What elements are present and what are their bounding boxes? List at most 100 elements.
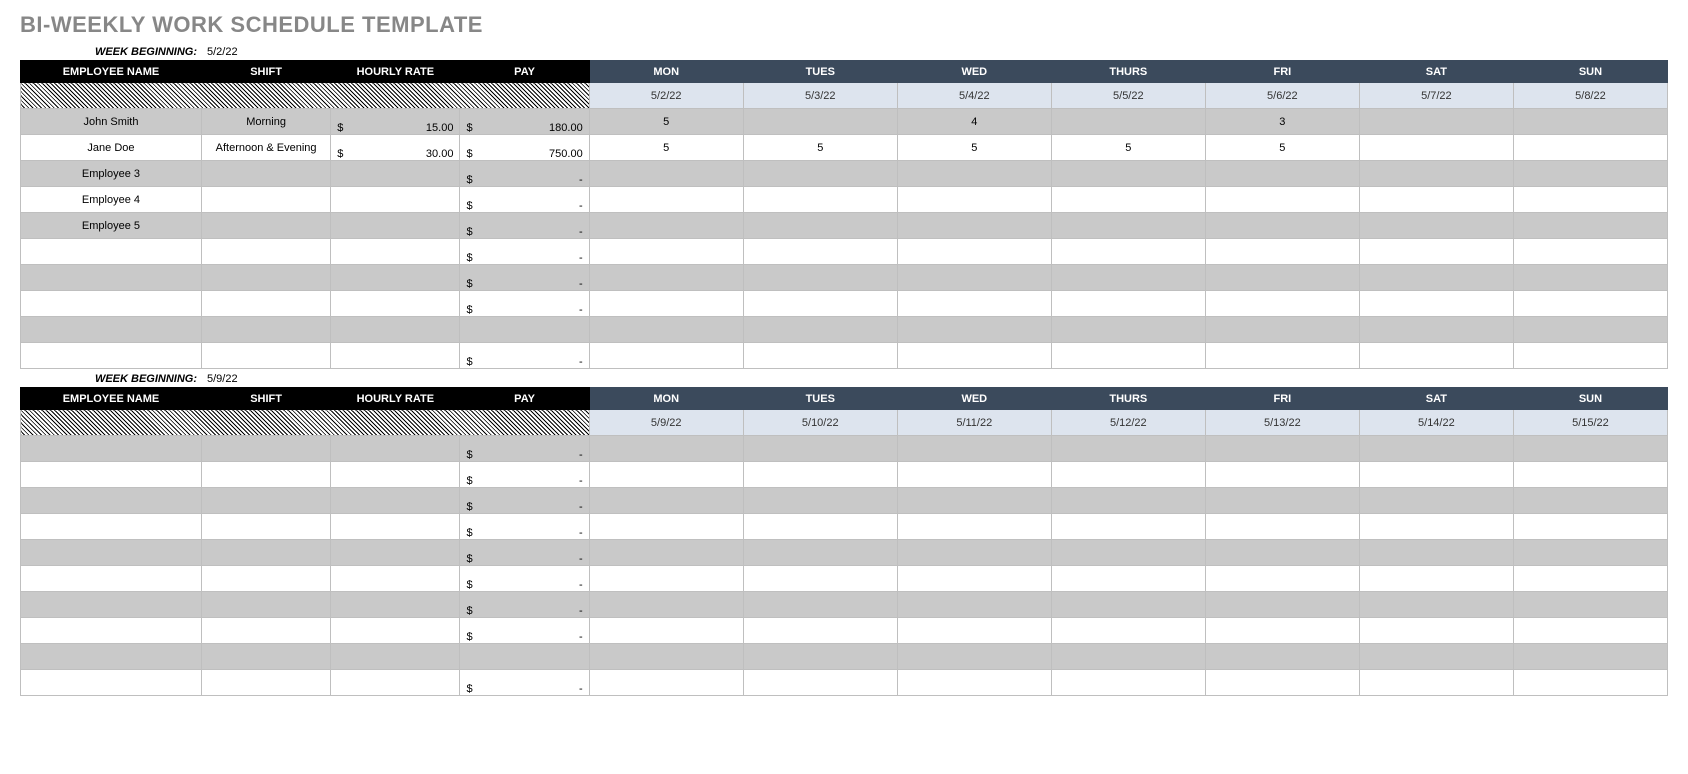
hours-cell[interactable] [897,566,1051,592]
hours-cell[interactable] [1205,187,1359,213]
date-cell[interactable]: 5/3/22 [743,83,897,109]
hours-cell[interactable] [589,566,743,592]
hours-cell[interactable] [743,187,897,213]
hours-cell[interactable] [1513,566,1667,592]
hours-cell[interactable] [1513,644,1667,670]
hours-cell[interactable] [589,592,743,618]
hours-cell[interactable] [1513,618,1667,644]
hours-cell[interactable] [1205,213,1359,239]
hours-cell[interactable] [1205,618,1359,644]
hours-cell[interactable] [589,239,743,265]
hours-cell[interactable] [743,291,897,317]
employee-name-cell[interactable] [21,488,202,514]
hours-cell[interactable] [1513,592,1667,618]
employee-name-cell[interactable] [21,436,202,462]
shift-cell[interactable] [201,213,330,239]
pay-cell[interactable]: $- [460,436,589,462]
pay-cell[interactable]: $- [460,343,589,369]
hours-cell[interactable] [1051,488,1205,514]
hourly-rate-cell[interactable] [331,670,460,696]
hours-cell[interactable]: 5 [589,109,743,135]
hours-cell[interactable] [1051,161,1205,187]
pay-cell[interactable]: $- [460,265,589,291]
hours-cell[interactable] [897,488,1051,514]
hourly-rate-cell[interactable] [331,187,460,213]
hours-cell[interactable] [1359,239,1513,265]
hours-cell[interactable] [897,618,1051,644]
hours-cell[interactable] [1051,514,1205,540]
hours-cell[interactable] [1513,187,1667,213]
hours-cell[interactable] [1359,213,1513,239]
hours-cell[interactable] [1513,291,1667,317]
date-cell[interactable]: 5/15/22 [1513,410,1667,436]
hours-cell[interactable] [1051,213,1205,239]
hours-cell[interactable] [1051,540,1205,566]
shift-cell[interactable] [201,239,330,265]
hourly-rate-cell[interactable] [331,291,460,317]
hours-cell[interactable] [1359,618,1513,644]
date-cell[interactable]: 5/8/22 [1513,83,1667,109]
hours-cell[interactable] [743,618,897,644]
hourly-rate-cell[interactable] [331,462,460,488]
hours-cell[interactable]: 5 [897,135,1051,161]
shift-cell[interactable] [201,187,330,213]
hours-cell[interactable] [1205,644,1359,670]
date-cell[interactable]: 5/5/22 [1051,83,1205,109]
hours-cell[interactable] [1513,265,1667,291]
hours-cell[interactable] [1205,161,1359,187]
hourly-rate-cell[interactable] [331,488,460,514]
hours-cell[interactable] [1205,462,1359,488]
shift-cell[interactable]: Morning [201,109,330,135]
pay-cell[interactable]: $- [460,291,589,317]
hours-cell[interactable] [1051,265,1205,291]
hours-cell[interactable] [1051,618,1205,644]
hours-cell[interactable] [897,540,1051,566]
employee-name-cell[interactable] [21,291,202,317]
hours-cell[interactable] [589,488,743,514]
employee-name-cell[interactable] [21,618,202,644]
hourly-rate-cell[interactable] [331,644,460,670]
hours-cell[interactable] [743,161,897,187]
hours-cell[interactable] [1205,436,1359,462]
pay-cell[interactable]: $- [460,213,589,239]
hours-cell[interactable] [1359,187,1513,213]
hours-cell[interactable] [1359,540,1513,566]
hourly-rate-cell[interactable] [331,317,460,343]
date-cell[interactable]: 5/2/22 [589,83,743,109]
employee-name-cell[interactable] [21,239,202,265]
pay-cell[interactable]: $- [460,566,589,592]
employee-name-cell[interactable] [21,462,202,488]
pay-cell[interactable]: $- [460,670,589,696]
hours-cell[interactable] [589,436,743,462]
hours-cell[interactable] [589,291,743,317]
shift-cell[interactable] [201,161,330,187]
hours-cell[interactable] [1205,239,1359,265]
hours-cell[interactable] [743,644,897,670]
hours-cell[interactable] [1051,109,1205,135]
hours-cell[interactable] [589,265,743,291]
hours-cell[interactable] [589,213,743,239]
pay-cell[interactable]: $- [460,592,589,618]
hours-cell[interactable]: 4 [897,109,1051,135]
hours-cell[interactable] [1513,213,1667,239]
hours-cell[interactable] [1359,644,1513,670]
shift-cell[interactable] [201,566,330,592]
hours-cell[interactable] [743,592,897,618]
hours-cell[interactable] [1359,109,1513,135]
employee-name-cell[interactable] [21,317,202,343]
hours-cell[interactable] [1359,592,1513,618]
hours-cell[interactable] [1205,265,1359,291]
hours-cell[interactable] [897,343,1051,369]
hours-cell[interactable] [1051,436,1205,462]
hours-cell[interactable] [1513,343,1667,369]
hours-cell[interactable] [589,343,743,369]
pay-cell[interactable]: $- [460,618,589,644]
hours-cell[interactable] [743,436,897,462]
hours-cell[interactable] [1051,566,1205,592]
hours-cell[interactable] [1205,291,1359,317]
hours-cell[interactable] [897,670,1051,696]
hours-cell[interactable] [743,540,897,566]
shift-cell[interactable] [201,291,330,317]
employee-name-cell[interactable] [21,566,202,592]
hours-cell[interactable] [897,213,1051,239]
